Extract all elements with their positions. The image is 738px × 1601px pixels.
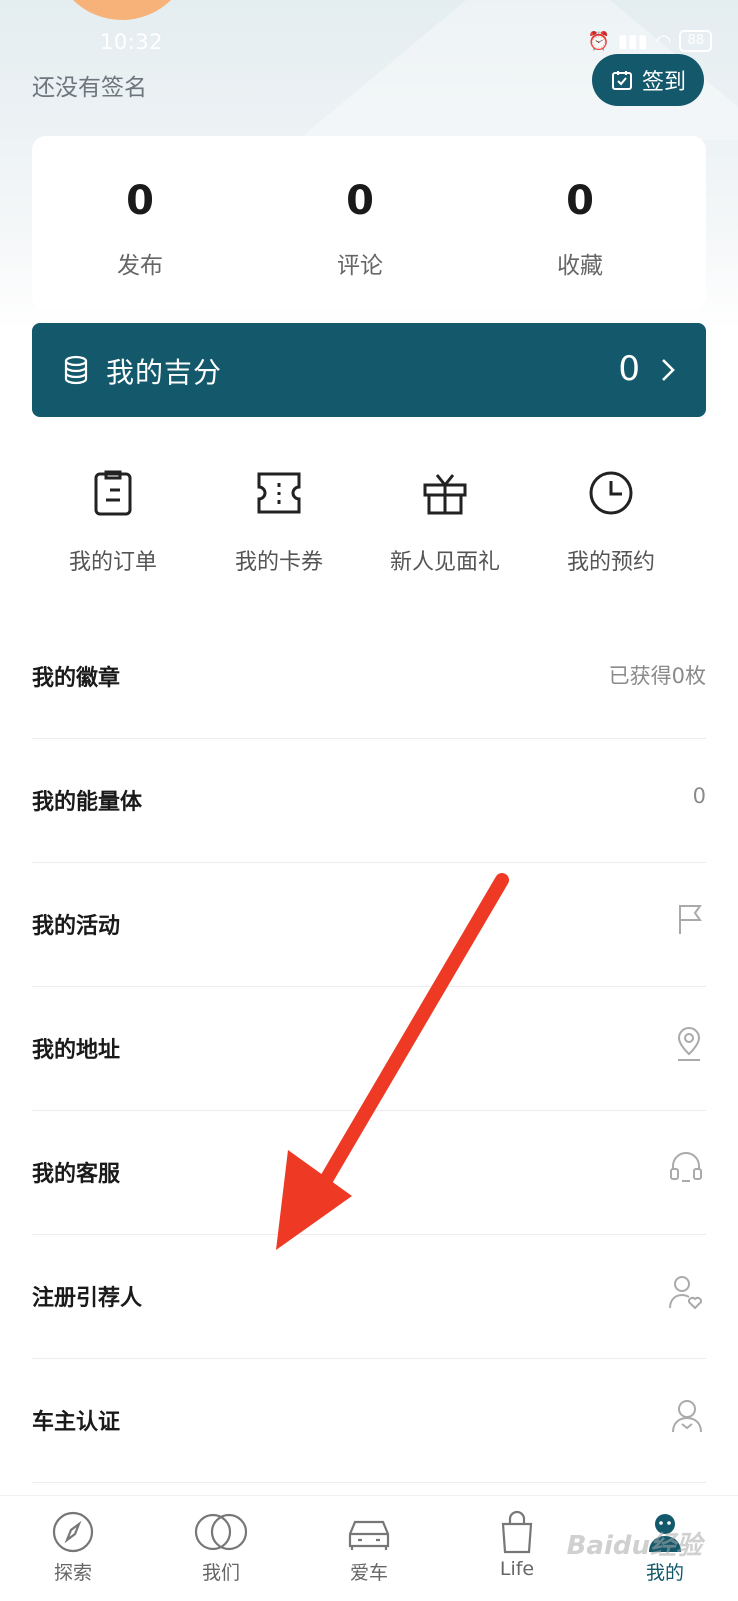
quick-action-orders[interactable]: 我的订单 [28,468,198,576]
quick-action-label: 新人见面礼 [389,550,500,575]
car-icon [348,1520,390,1550]
chevron-right-icon [662,359,675,381]
stats-card: 0 发布 0 评论 0 收藏 [32,136,706,310]
menu-item-value: 0 [692,784,706,808]
compass-icon [52,1511,94,1553]
menu-item-badges[interactable]: 我的徽章 已获得0枚 [32,614,706,739]
tab-label: 我们 [201,1562,240,1584]
quick-action-reservations[interactable]: 我的预约 [526,468,696,576]
menu-item-label: 我的活动 [32,914,121,939]
menu-item-label: 车主认证 [32,1410,121,1435]
menu-item-label: 我的地址 [32,1038,121,1063]
tab-label: 探索 [53,1562,92,1584]
profile-signature[interactable]: 还没有签名 [32,68,147,102]
quick-action-label: 我的订单 [68,550,157,575]
user-heart-icon [669,1276,703,1310]
bag-icon [501,1510,533,1554]
flag-icon [679,905,702,934]
quick-action-gift[interactable]: 新人见面礼 [360,468,530,576]
avatar[interactable] [52,0,192,20]
calendar-check-icon [611,71,632,90]
menu-item-label: 我的能量体 [32,790,143,815]
points-title: 我的吉分 [106,356,223,389]
menu-item-label: 我的徽章 [32,666,121,691]
gift-icon [423,474,467,515]
alarm-icon: ⏰ [587,30,611,52]
database-icon [64,355,88,385]
wifi-icon: ◠ [655,30,672,52]
menu-item-address[interactable]: 我的地址 [32,986,706,1111]
stat-label: 发布 [117,253,163,279]
clipboard-icon [94,470,132,516]
menu-item-activities[interactable]: 我的活动 [32,862,706,987]
stat-comments[interactable]: 0 评论 [300,176,420,280]
menu-item-value: 已获得0枚 [608,664,706,688]
menu-item-referrer[interactable]: 注册引荐人 [32,1234,706,1359]
menu-item-customer-service[interactable]: 我的客服 [32,1110,706,1235]
menu-item-label: 注册引荐人 [32,1286,143,1311]
points-banner[interactable]: 我的吉分 0 [32,323,706,417]
stat-value: 0 [566,178,594,224]
stat-favorites[interactable]: 0 收藏 [520,176,640,280]
points-value: 0 [618,349,640,389]
tab-us[interactable]: 我们 [161,1510,281,1585]
status-icons: ⏰ ▮▮▮ ◠ 88 [588,30,712,52]
menu-item-energy[interactable]: 我的能量体 0 [32,738,706,863]
menu-item-owner-verification[interactable]: 车主认证 [32,1358,706,1483]
quick-action-label: 我的预约 [566,550,655,575]
user-icon [672,1400,702,1433]
clock-icon [589,471,633,515]
status-time: 10:32 [100,30,164,54]
stat-label: 收藏 [557,253,603,279]
stat-publish[interactable]: 0 发布 [80,176,200,280]
tab-label: Life [499,1558,535,1580]
stat-value: 0 [346,178,374,224]
watermark: Baidu经验 [566,1531,702,1561]
tab-explore[interactable]: 探索 [13,1510,133,1585]
location-pin-icon [677,1027,701,1061]
signal-icon: ▮▮▮ [618,30,648,52]
menu-item-label: 我的客服 [32,1162,121,1187]
tab-life[interactable]: Life [457,1510,577,1580]
stat-label: 评论 [337,253,383,279]
battery-icon: 88 [679,30,712,52]
quick-action-label: 我的卡券 [234,550,323,575]
tab-my-car[interactable]: 爱车 [309,1510,429,1585]
rings-icon [194,1513,248,1551]
quick-action-coupons[interactable]: 我的卡券 [194,468,364,576]
headset-icon [670,1152,702,1182]
signin-label: 签到 [641,70,686,95]
tab-label: 我的 [645,1562,684,1584]
signin-button[interactable]: 签到 [592,54,704,106]
ticket-icon [257,472,301,514]
tab-label: 爱车 [349,1562,388,1584]
stat-value: 0 [126,178,154,224]
